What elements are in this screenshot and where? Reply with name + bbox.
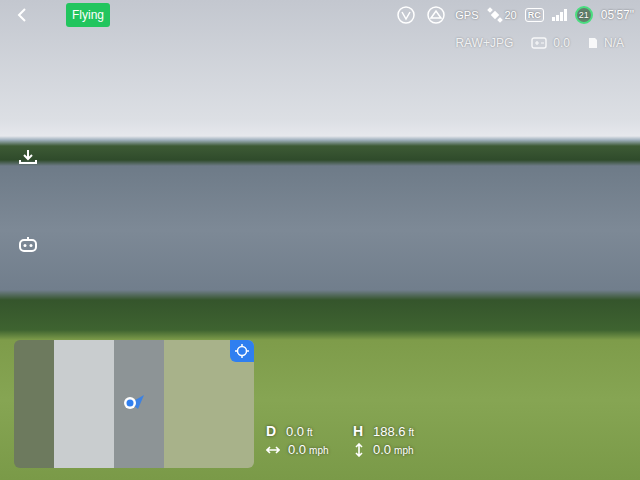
signal-bar bbox=[560, 12, 563, 21]
telemetry-panel: D 0.0ft H 188.6ft 0.0mph 0.0mph bbox=[266, 423, 414, 457]
satellite-icon bbox=[487, 7, 503, 23]
telemetry-item: 0.0mph bbox=[353, 442, 414, 457]
telemetry-label: D bbox=[266, 423, 278, 439]
satellite-count: 20 bbox=[487, 7, 517, 23]
exposure-value: 0.0 bbox=[553, 36, 570, 50]
camera-bar: RAW+JPG 0.0 N/A bbox=[455, 36, 624, 50]
telemetry-value: 0.0ft bbox=[286, 424, 313, 439]
telemetry-item: H 188.6ft bbox=[353, 423, 414, 439]
download-button[interactable] bbox=[16, 146, 40, 168]
sd-card-icon bbox=[588, 37, 598, 49]
vision-icon bbox=[395, 6, 417, 24]
flight-time: 05'57" bbox=[601, 8, 634, 22]
telemetry-item: 0.0mph bbox=[266, 442, 353, 457]
mode-icon bbox=[425, 6, 447, 24]
signal-bar bbox=[564, 9, 567, 21]
telemetry-label: H bbox=[353, 423, 365, 439]
top-bar: Flying GPS 20 RC 21 05'57" bbox=[0, 0, 640, 30]
signal-icon bbox=[552, 9, 567, 21]
storage-value: N/A bbox=[604, 36, 624, 50]
download-icon[interactable] bbox=[17, 148, 39, 166]
mini-map[interactable] bbox=[14, 340, 254, 468]
telemetry-value: 0.0mph bbox=[288, 442, 329, 457]
telemetry-item: D 0.0ft bbox=[266, 423, 353, 439]
back-icon[interactable] bbox=[16, 7, 28, 23]
robot-button[interactable] bbox=[16, 233, 40, 255]
gps-label: GPS bbox=[455, 9, 478, 21]
camera-view: Flying GPS 20 RC 21 05'57" RAW+JPG 0.0 N/A D 0.0ft… bbox=[0, 0, 640, 480]
drone-marker bbox=[120, 392, 146, 414]
flight-status: Flying bbox=[66, 3, 110, 27]
telemetry-value: 188.6ft bbox=[373, 424, 414, 439]
locate-button[interactable] bbox=[230, 340, 254, 362]
horizontal-speed-icon bbox=[266, 445, 280, 455]
vertical-speed-icon bbox=[353, 443, 365, 457]
rc-label: RC bbox=[525, 8, 544, 22]
telemetry-value: 0.0mph bbox=[373, 442, 414, 457]
signal-bar bbox=[552, 17, 555, 21]
signal-bar bbox=[556, 15, 559, 21]
exposure-icon bbox=[531, 37, 547, 49]
photo-format: RAW+JPG bbox=[455, 36, 513, 50]
drone-icon bbox=[120, 392, 146, 414]
robot-icon[interactable] bbox=[17, 235, 39, 253]
battery-indicator: 21 bbox=[575, 6, 593, 24]
locate-icon bbox=[235, 344, 249, 358]
